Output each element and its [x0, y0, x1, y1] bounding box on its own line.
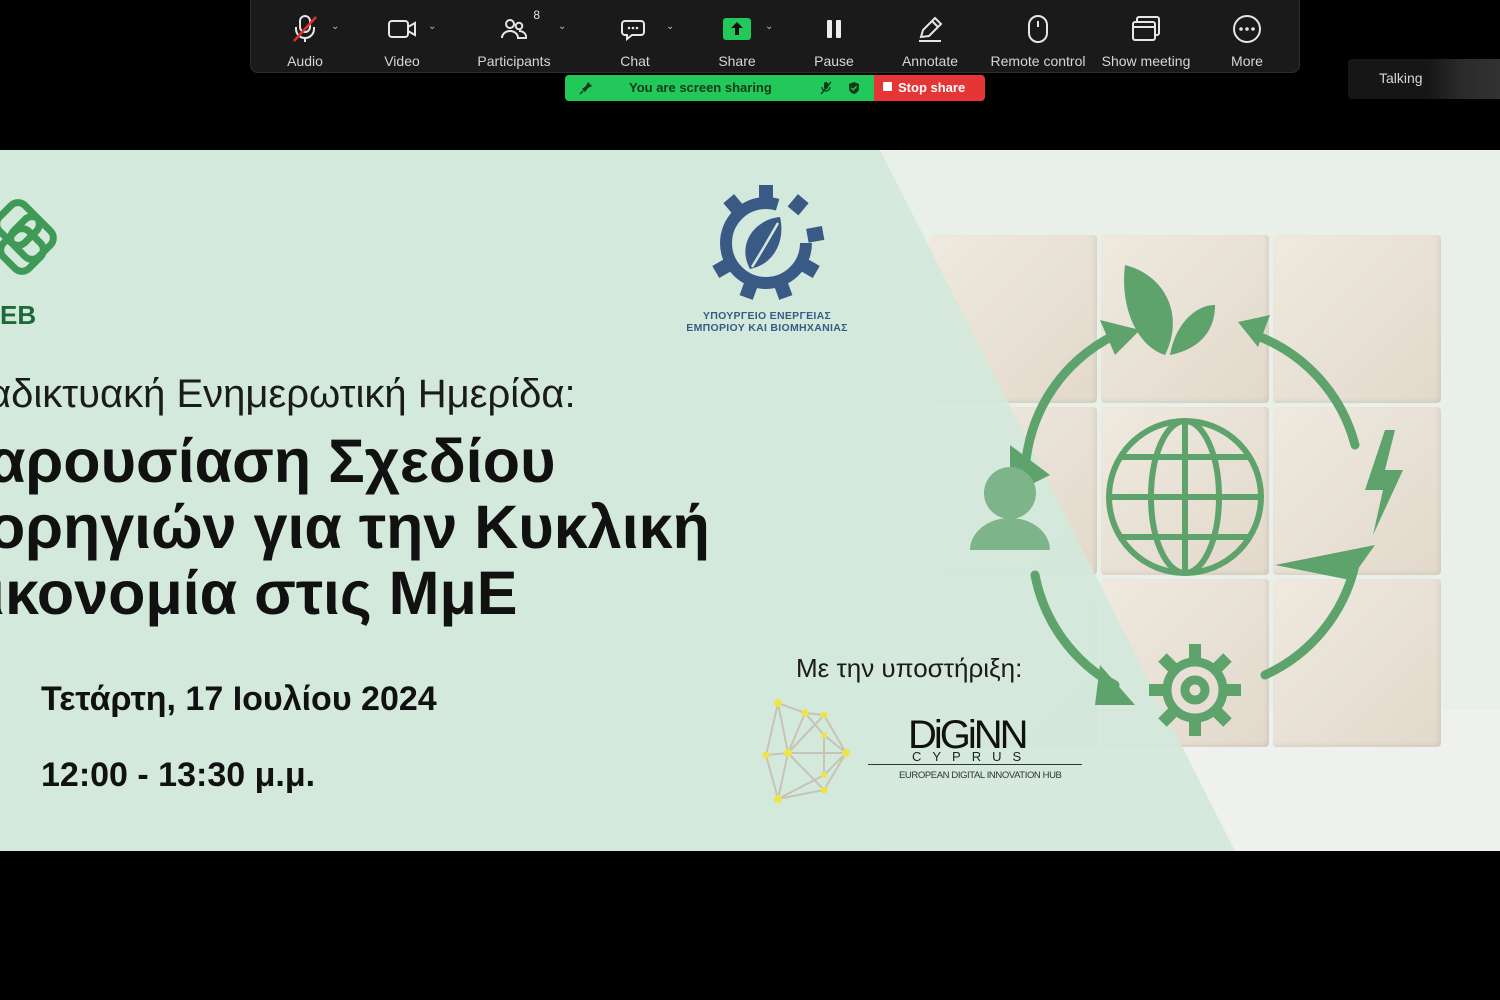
diginn-country: CYPRUS	[912, 749, 1033, 764]
event-title-line3: ικονομία στις ΜμΕ	[0, 559, 518, 627]
sharing-status-bar[interactable]: You are screen sharing	[565, 75, 874, 101]
show-meeting-button[interactable]: Show meeting	[1100, 0, 1192, 73]
talking-name-redaction	[1428, 59, 1500, 99]
annotate-label: Annotate	[901, 53, 959, 69]
talking-indicator: Talking	[1348, 59, 1500, 99]
ministry-gear-leaf-logo	[712, 185, 825, 300]
pause-label: Pause	[814, 53, 854, 69]
stop-share-button[interactable]: Stop share	[874, 75, 985, 101]
mic-muted-icon	[285, 9, 325, 49]
pencil-icon	[910, 9, 950, 49]
more-button[interactable]: More	[1221, 0, 1273, 73]
share-screen-icon	[717, 9, 757, 49]
pin-icon	[579, 82, 592, 95]
pause-icon	[814, 9, 854, 49]
mouse-icon	[1018, 9, 1058, 49]
share-button[interactable]: Share	[709, 0, 765, 73]
talking-indicator-label: Talking	[1379, 70, 1423, 86]
video-label: Video	[384, 53, 420, 69]
chat-label: Chat	[620, 53, 650, 69]
diginn-tagline: EUROPEAN DIGITAL INNOVATION HUB	[899, 770, 1062, 781]
stop-share-label: Stop share	[898, 80, 966, 95]
ministry-name: ΥΠΟΥΡΓΕΙΟ ΕΝΕΡΓΕΙΑΣ ΕΜΠΟΡΙΟΥ ΚΑΙ ΒΙΟΜΗΧΑ…	[676, 310, 858, 334]
video-options-chevron-icon[interactable]: ⌄	[428, 21, 436, 32]
video-camera-icon	[382, 9, 422, 49]
participants-label: Participants	[477, 53, 551, 69]
event-time: 12:00 - 13:30 μ.μ.	[41, 756, 316, 794]
support-label: Με την υποστήριξη:	[796, 653, 1023, 683]
audio-options-chevron-icon[interactable]: ⌄	[331, 21, 339, 32]
event-subtitle: αδικτυακή Ενημερωτική Ημερίδα:	[0, 372, 576, 416]
event-title-line1: αρουσίαση Σχεδίου	[0, 427, 556, 495]
shared-presentation-slide: EB ΥΠΟΥΡΓΕΙΟ ΕΝΕΡΓΕΙΑΣ ΕΜΠΟΡΙΟΥ ΚΑΙ ΒΙΟΜ…	[0, 150, 1500, 851]
participant-count-badge: 8	[533, 8, 540, 22]
ellipsis-icon	[1227, 9, 1267, 49]
share-options-chevron-icon[interactable]: ⌄	[765, 21, 773, 32]
chat-bubble-icon	[615, 9, 655, 49]
remote-control-label: Remote control	[990, 53, 1086, 69]
screen-sharing-banner: You are screen sharing Stop share	[565, 75, 985, 101]
remote-control-button[interactable]: Remote control	[988, 0, 1088, 73]
participants-icon: 8	[494, 8, 540, 49]
event-date: Τετάρτη, 17 Ιουλίου 2024	[41, 680, 437, 718]
pause-share-button[interactable]: Pause	[809, 0, 859, 73]
participants-options-chevron-icon[interactable]: ⌄	[558, 21, 566, 32]
mic-muted-small-icon	[820, 81, 832, 95]
shield-check-icon	[849, 82, 859, 94]
window-icon	[1126, 9, 1166, 49]
show-meeting-label: Show meeting	[1101, 53, 1191, 69]
chat-button[interactable]: Chat	[607, 0, 663, 73]
organization-logo	[0, 199, 57, 275]
ministry-name-line2: ΕΜΠΟΡΙΟΥ ΚΑΙ ΒΙΟΜΗΧΑΝΙΑΣ	[686, 322, 848, 334]
sharing-status-text: You are screen sharing	[629, 80, 772, 95]
meeting-toolbar: Audio ⌄ Video ⌄ 8 Participants ⌄ Chat ⌄ …	[250, 0, 1300, 73]
audio-label: Audio	[287, 53, 323, 69]
annotate-button[interactable]: Annotate	[899, 0, 961, 73]
diginn-divider	[868, 764, 1082, 765]
participants-button[interactable]: 8 Participants	[476, 0, 552, 73]
stop-icon	[883, 82, 892, 91]
share-label: Share	[718, 53, 756, 69]
audio-button[interactable]: Audio	[275, 0, 335, 73]
organization-logo-text: EB	[0, 300, 37, 330]
event-title-line2: ορηγιών για την Κυκλική	[0, 493, 710, 561]
diginn-network-logo	[762, 699, 850, 803]
video-button[interactable]: Video	[373, 0, 431, 73]
more-label: More	[1231, 53, 1263, 69]
event-title: αρουσίαση Σχεδίου ορηγιών για την Κυκλικ…	[0, 428, 710, 626]
ministry-name-line1: ΥΠΟΥΡΓΕΙΟ ΕΝΕΡΓΕΙΑΣ	[702, 310, 832, 322]
chat-options-chevron-icon[interactable]: ⌄	[666, 21, 674, 32]
